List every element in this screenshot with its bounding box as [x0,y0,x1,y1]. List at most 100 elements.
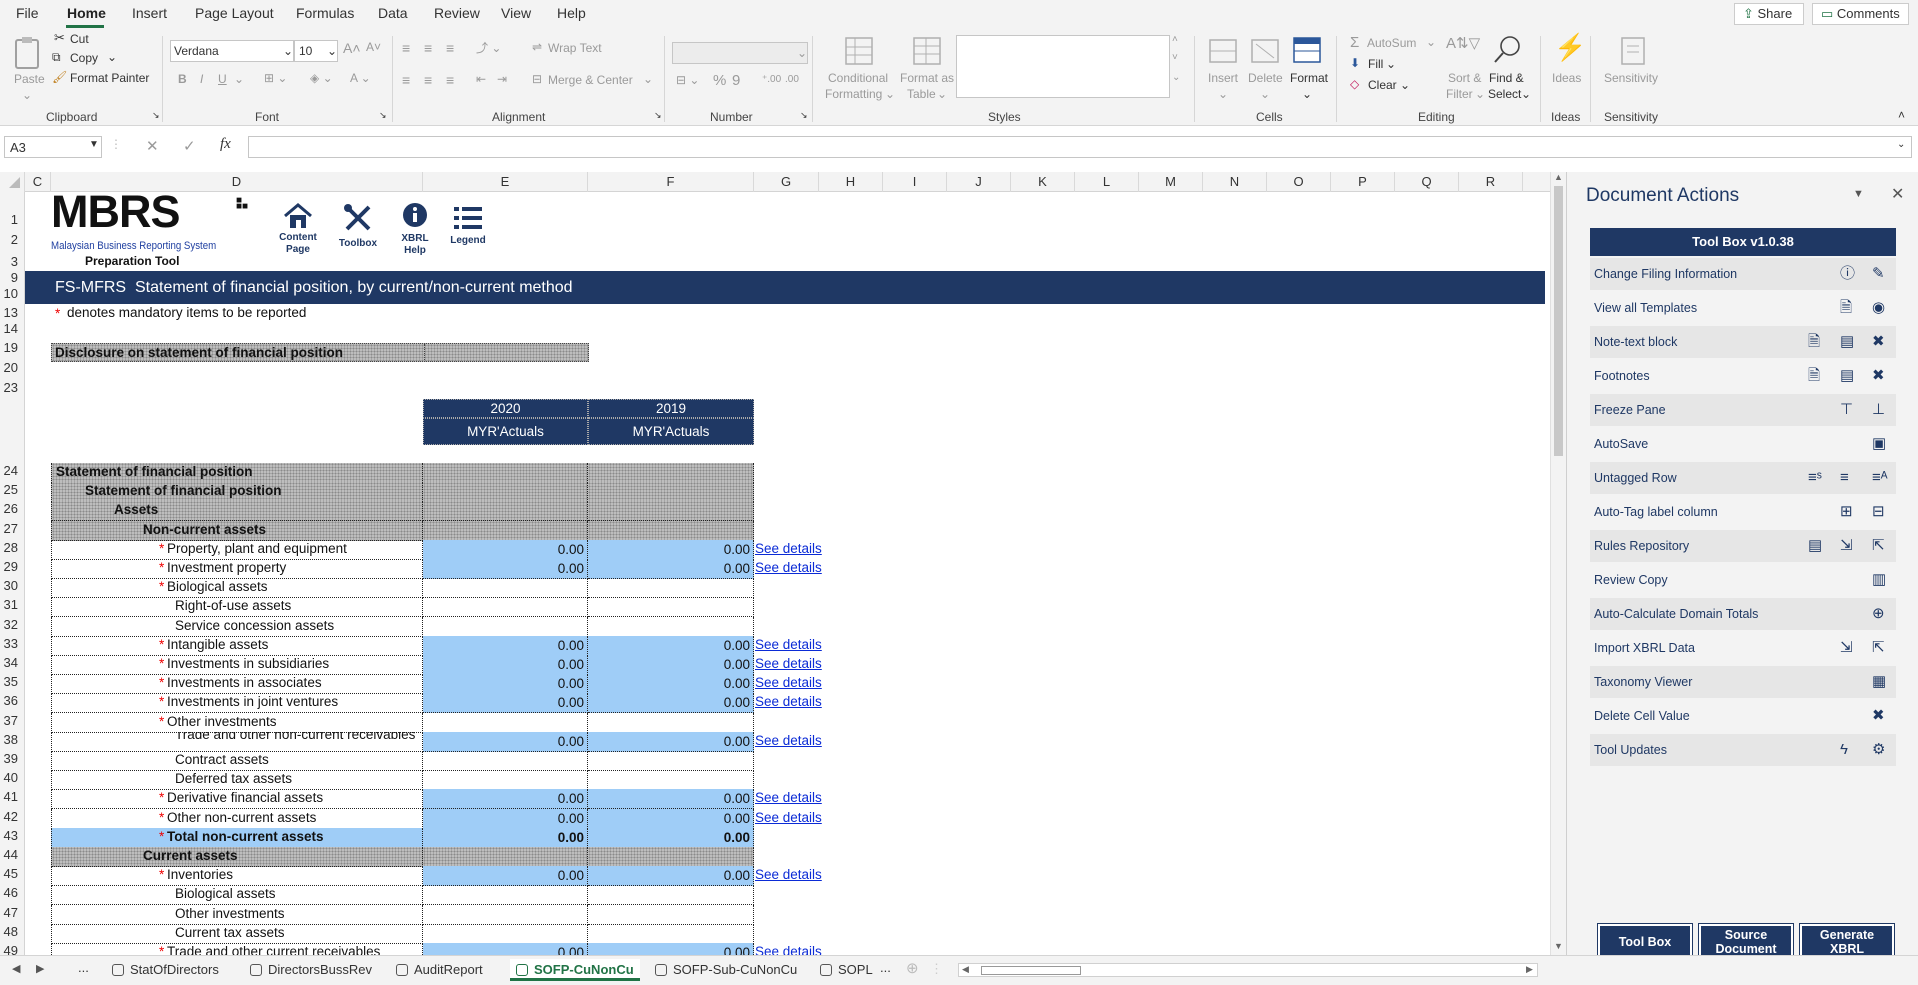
align-center-icon[interactable]: ≡ [424,72,432,88]
row-a-icon[interactable]: ≡ᴬ [1872,462,1888,494]
row-header[interactable]: 3 [0,254,18,269]
gallery-up-icon[interactable]: ˄ [1172,34,1178,45]
border-icon[interactable]: ⊞ ⌄ [264,71,287,85]
align-top-icon[interactable]: ≡ [402,40,410,56]
import-icon[interactable]: ⇲ [1840,632,1853,664]
value-cell-2019[interactable]: 0.00 [588,540,754,560]
value-cell-2020[interactable] [423,463,588,483]
value-cell-2019[interactable]: 0.00 [588,828,754,848]
toolbox-item[interactable]: Auto-Tag label column ⊞ ⊟ [1590,496,1896,528]
wrap-text-button[interactable]: Wrap Text [548,41,602,55]
number-launcher-icon[interactable]: ↘ [800,110,808,121]
align-bottom-icon[interactable]: ≡ [446,40,454,56]
scrollbar-thumb[interactable] [1554,186,1563,456]
value-cell-2020[interactable]: 0.00 [423,809,588,829]
see-details-link[interactable]: See details [755,541,822,556]
gallery-down-icon[interactable]: ˅ [1172,52,1178,63]
sheet-tab[interactable]: DirectorsBussRev [244,959,382,981]
toolbox-item[interactable]: Freeze Pane ⊤ ⊥ [1590,394,1896,426]
value-cell-2020[interactable] [423,482,588,502]
column-header[interactable]: F [588,172,754,192]
toolbox-item[interactable]: Untagged Row ≡ˢ ≡ ≡ᴬ [1590,462,1896,494]
value-cell-2019[interactable]: 0.00 [588,674,754,694]
row-header[interactable]: 40 [0,770,18,785]
value-cell-2019[interactable] [588,847,754,867]
toolbox-item[interactable]: Review Copy ▥ [1590,564,1896,596]
row-icon[interactable]: ≡ [1840,462,1849,494]
merge-dropdown-icon[interactable]: ⌄ [643,72,653,86]
gear-icon[interactable]: ⚙ [1872,734,1885,766]
toolbox-tab-button[interactable]: Tool Box [1597,923,1693,959]
tag-filter-icon[interactable]: ⊟ [1872,496,1885,528]
content-page-button[interactable]: Content Page [275,202,321,258]
doc-icon[interactable]: ▤ [1840,360,1854,392]
xbrl-icon[interactable]: ▦ [1872,666,1886,698]
toolbox-item[interactable]: AutoSave ▣ [1590,428,1896,460]
row-label-cell[interactable]: * Inventories [51,866,423,886]
value-cell-2019[interactable]: 0.00 [588,789,754,809]
scroll-left-icon[interactable]: ◀ [962,964,969,975]
value-cell-2019[interactable] [588,751,754,771]
value-cell-2020[interactable]: 0.00 [423,559,588,579]
value-cell-2020[interactable]: 0.00 [423,636,588,656]
add-sheet-icon[interactable]: ⊕ [906,959,919,977]
see-details-link[interactable]: See details [755,694,822,709]
unfreeze-icon[interactable]: ⊥ [1872,394,1885,426]
clear-button[interactable]: Clear [1368,78,1397,92]
value-cell-2019[interactable] [588,578,754,598]
value-cell-2019[interactable] [588,482,754,502]
value-cell-2020[interactable]: 0.00 [423,693,588,713]
scroll-right-icon[interactable]: ▶ [1526,964,1533,975]
value-cell-2020[interactable] [423,521,588,541]
cancel-icon[interactable]: ✕ [146,137,159,155]
value-cell-2020[interactable] [423,578,588,598]
edit-icon[interactable]: ✎ [1872,258,1885,290]
value-cell-2019[interactable] [588,597,754,617]
see-details-link[interactable]: See details [755,675,822,690]
menu-data[interactable]: Data [378,5,408,21]
toolbox-item[interactable]: Rules Repository ▤ ⇲ ⇱ [1590,530,1896,562]
row-header[interactable]: 41 [0,789,18,804]
row-label-cell[interactable]: * Investment property [51,559,423,579]
value-cell-2020[interactable] [423,751,588,771]
value-cell-2019[interactable]: 0.00 [588,559,754,579]
value-cell-2019[interactable] [588,924,754,944]
row-header[interactable]: 34 [0,655,18,670]
value-cell-2020[interactable]: 0.00 [423,828,588,848]
increase-indent-icon[interactable]: ⇥ [497,72,507,86]
format-cells-button[interactable]: Format [1290,71,1328,85]
pane-options-icon[interactable]: ▼ [1853,188,1864,200]
freeze-icon[interactable]: ⊤ [1840,394,1853,426]
value-cell-2020[interactable] [423,905,588,925]
row-label-cell[interactable]: Current assets [51,847,423,867]
column-header[interactable]: G [754,172,819,192]
row-label-cell[interactable]: Biological assets [51,885,423,905]
row-header[interactable]: 25 [0,482,18,497]
row-label-cell[interactable]: Non-current assets [51,521,423,541]
menu-formulas[interactable]: Formulas [296,5,354,21]
row-header[interactable]: 9 [0,270,18,285]
insert-function-icon[interactable]: fx [220,136,231,153]
value-cell-2019[interactable]: 0.00 [588,866,754,886]
row-header[interactable]: 37 [0,713,18,728]
row-label-cell[interactable]: * Biological assets [51,578,423,598]
underline-dropdown-icon[interactable]: ⌄ [234,72,244,86]
decrease-indent-icon[interactable]: ⇤ [476,72,486,86]
align-left-icon[interactable]: ≡ [402,72,410,88]
doc-icon[interactable]: ▤ [1808,530,1822,562]
row-header[interactable]: 28 [0,540,18,555]
see-details-link[interactable]: See details [755,810,822,825]
column-header[interactable]: Q [1395,172,1459,192]
share-button[interactable]: ⇪ Share [1734,3,1804,25]
row-header[interactable]: 30 [0,578,18,593]
generate-xbrl-button[interactable]: Generate XBRL [1799,923,1895,959]
alignment-launcher-icon[interactable]: ↘ [654,110,662,121]
row-label-cell[interactable]: * Investments in joint ventures [51,693,423,713]
column-header[interactable]: P [1331,172,1395,192]
menu-home[interactable]: Home [67,5,106,21]
source-document-button[interactable]: Source Document [1698,923,1794,959]
value-cell-2020[interactable] [423,885,588,905]
value-cell-2020[interactable] [423,847,588,867]
export-icon[interactable]: ⇱ [1872,530,1885,562]
toolbox-item[interactable]: Change Filing Information ⓘ ✎ [1590,258,1896,290]
